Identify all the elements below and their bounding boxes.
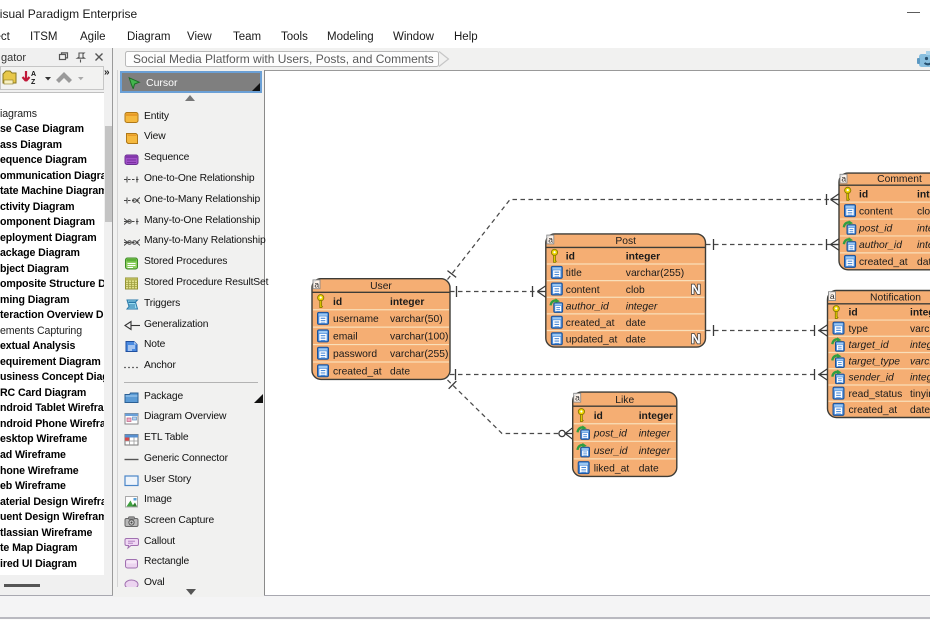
svg-text:id: id: [333, 297, 342, 308]
svg-text:author_id: author_id: [566, 301, 609, 312]
svg-text:password: password: [333, 349, 377, 360]
svg-text:A: A: [31, 71, 36, 78]
svg-text:id: id: [566, 252, 575, 263]
svg-text:integer: integer: [917, 223, 930, 234]
svg-text:integer: integer: [910, 340, 930, 351]
svg-text:content: content: [566, 285, 600, 296]
svg-text:post_id: post_id: [593, 428, 627, 439]
svg-text:integer: integer: [910, 373, 930, 384]
svg-text:User: User: [370, 281, 392, 292]
svg-text:Z: Z: [31, 79, 36, 86]
svg-text:date: date: [910, 405, 930, 416]
svg-text:integer: integer: [639, 428, 671, 439]
svg-text:varchar(50): varchar(50): [910, 324, 930, 335]
svg-text:date: date: [626, 335, 646, 346]
svg-text:sender_id: sender_id: [849, 373, 894, 384]
svg-text:a: a: [830, 291, 835, 301]
svg-text:varchar(50): varchar(50): [390, 314, 443, 325]
svg-text:varchar(50): varchar(50): [910, 356, 930, 367]
svg-text:username: username: [333, 314, 379, 325]
svg-text:Comment: Comment: [877, 174, 922, 185]
svg-text:Notification: Notification: [870, 293, 921, 304]
svg-text:integer: integer: [917, 240, 930, 251]
svg-text:liked_at: liked_at: [594, 463, 630, 474]
svg-text:read_status: read_status: [849, 389, 903, 400]
svg-text:id: id: [859, 189, 868, 200]
svg-text:Like: Like: [615, 395, 634, 406]
svg-text:date: date: [917, 257, 930, 268]
svg-text:integer: integer: [626, 301, 658, 312]
svg-text:id: id: [594, 411, 603, 422]
svg-text:Post: Post: [615, 236, 636, 247]
svg-text:a: a: [548, 235, 553, 245]
svg-text:post_id: post_id: [858, 223, 892, 234]
svg-text:N: N: [691, 282, 701, 297]
svg-text:integer: integer: [639, 446, 671, 457]
svg-text:created_at: created_at: [566, 318, 615, 329]
svg-text:type: type: [849, 324, 869, 335]
svg-text:integer: integer: [917, 189, 930, 200]
svg-text:content: content: [859, 206, 893, 217]
svg-text:varchar(255): varchar(255): [626, 268, 684, 279]
svg-text:target_id: target_id: [849, 340, 889, 351]
svg-text:date: date: [639, 463, 659, 474]
svg-text:integer: integer: [910, 308, 930, 319]
svg-text:date: date: [390, 366, 410, 377]
svg-text:a: a: [314, 279, 319, 289]
svg-text:author_id: author_id: [859, 240, 902, 251]
svg-text:varchar(255): varchar(255): [390, 349, 448, 360]
svg-text:N: N: [691, 332, 701, 347]
svg-text:clob: clob: [626, 285, 645, 296]
svg-text:created_at: created_at: [333, 366, 382, 377]
svg-text:integer: integer: [626, 252, 660, 263]
svg-text:varchar(100): varchar(100): [390, 332, 448, 343]
svg-text:a: a: [575, 393, 580, 403]
svg-text:target_type: target_type: [849, 356, 901, 367]
svg-text:date: date: [626, 318, 646, 329]
svg-text:updated_at: updated_at: [566, 335, 618, 346]
svg-text:email: email: [333, 332, 358, 343]
svg-text:tinyint: tinyint: [910, 389, 930, 400]
svg-text:title: title: [566, 268, 582, 279]
svg-text:clob: clob: [917, 206, 930, 217]
svg-text:created_at: created_at: [849, 405, 898, 416]
svg-text:id: id: [849, 308, 858, 319]
svg-text:integer: integer: [390, 297, 424, 308]
svg-text:integer: integer: [639, 411, 673, 422]
svg-text:a: a: [841, 174, 846, 184]
svg-text:created_at: created_at: [859, 257, 908, 268]
svg-text:user_id: user_id: [594, 446, 628, 457]
